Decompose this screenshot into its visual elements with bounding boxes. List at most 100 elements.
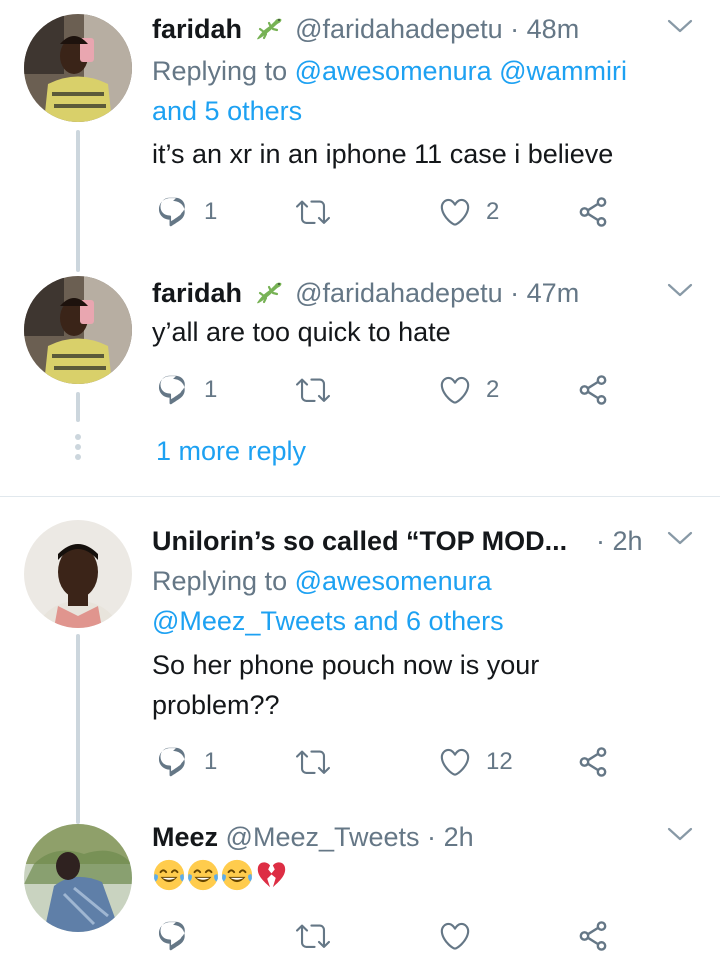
retweet-button[interactable] [296, 742, 330, 782]
display-name[interactable]: Meez [152, 822, 218, 852]
reply-button[interactable]: 1 [156, 370, 217, 410]
more-replies-link[interactable]: 1 more reply [156, 436, 306, 467]
divider [0, 496, 720, 497]
like-count: 2 [486, 198, 500, 225]
like-button[interactable]: 2 [438, 370, 499, 410]
face-with-tears-of-joy-icon [186, 858, 220, 892]
retweet-icon [296, 919, 330, 953]
tweet-text: So her phone pouch now is your problem?? [152, 645, 680, 725]
display-name[interactable]: faridah [152, 14, 242, 44]
retweet-icon [296, 373, 330, 407]
heart-icon [438, 195, 472, 229]
share-icon [576, 919, 610, 953]
retweet-icon [296, 745, 330, 779]
replying-to: Replying to @awesomenura @wammiri and 5 … [152, 51, 690, 131]
timestamp[interactable]: 47m [527, 278, 580, 308]
heart-icon [438, 373, 472, 407]
share-button[interactable] [576, 916, 610, 956]
retweet-button[interactable] [296, 916, 330, 956]
heart-icon [438, 745, 472, 779]
reply-count: 1 [204, 376, 218, 403]
tweet-text: y’all are too quick to hate [152, 317, 451, 347]
avatar-photo [24, 520, 132, 628]
tweet-actions: 1 12 [152, 742, 632, 782]
avatar[interactable] [24, 824, 132, 932]
share-button[interactable] [576, 742, 610, 782]
separator-dot: · [510, 14, 520, 44]
thread-line [76, 634, 80, 824]
like-button[interactable] [438, 916, 472, 956]
face-with-tears-of-joy-icon [152, 858, 186, 892]
thread-line [76, 130, 80, 272]
replying-to-label: Replying to [152, 566, 288, 596]
lizard-emoji-icon [254, 280, 284, 306]
tweet-time: · 2h [596, 524, 643, 558]
reply-count: 1 [204, 198, 218, 225]
share-button[interactable] [576, 370, 610, 410]
reply-icon [156, 195, 190, 229]
tweet-header: Unilorin’s so called “TOP MOD... [152, 524, 650, 558]
avatar-photo [24, 14, 132, 122]
replying-to-label: Replying to [152, 56, 288, 86]
emoji-row [152, 858, 288, 894]
reply-icon [156, 919, 190, 953]
tweet-actions [152, 916, 632, 956]
thread-line [76, 392, 80, 422]
display-name[interactable]: faridah [152, 278, 242, 308]
retweet-button[interactable] [296, 370, 330, 410]
like-button[interactable]: 12 [438, 742, 513, 782]
reply-count: 1 [204, 748, 218, 775]
handle[interactable]: @faridahadepetu [295, 14, 503, 44]
lizard-emoji-icon [254, 16, 284, 42]
replying-to-others[interactable]: @Meez_Tweets and 6 others [152, 606, 504, 636]
separator-dot: · [596, 526, 605, 556]
tweet-header: faridah @faridahadepetu · 47m [152, 276, 650, 310]
share-icon [576, 373, 610, 407]
like-button[interactable]: 2 [438, 192, 499, 232]
reply-icon [156, 745, 190, 779]
tweet-text-line: So her phone pouch now is your [152, 650, 540, 680]
chevron-down-icon[interactable] [666, 530, 694, 548]
tweet-text-line: problem?? [152, 690, 280, 720]
handle[interactable]: @faridahadepetu [295, 278, 503, 308]
separator-dot: · [427, 822, 437, 852]
timestamp[interactable]: 2h [444, 822, 474, 852]
retweet-icon [296, 195, 330, 229]
avatar[interactable] [24, 520, 132, 628]
reply-button[interactable]: 1 [156, 742, 217, 782]
timestamp[interactable]: 48m [527, 14, 580, 44]
avatar[interactable] [24, 276, 132, 384]
broken-heart-icon [254, 858, 288, 892]
tweet-actions: 1 2 [152, 370, 632, 410]
tweet-header: faridah @faridahadepetu · 48m [152, 12, 650, 46]
face-with-tears-of-joy-icon [220, 858, 254, 892]
tweet-actions: 1 2 [152, 192, 632, 232]
reply-icon [156, 373, 190, 407]
replying-to-users[interactable]: @awesomenura [295, 566, 492, 596]
reply-button[interactable] [156, 916, 190, 956]
chevron-down-icon[interactable] [666, 826, 694, 844]
handle[interactable]: @Meez_Tweets [226, 822, 420, 852]
replying-to-others[interactable]: and 5 others [152, 96, 302, 126]
avatar[interactable] [24, 14, 132, 122]
chevron-down-icon[interactable] [666, 282, 694, 300]
separator-dot: · [510, 278, 520, 308]
retweet-button[interactable] [296, 192, 330, 232]
replying-to: Replying to @awesomenura @Meez_Tweets an… [152, 561, 690, 641]
share-button[interactable] [576, 192, 610, 232]
tweet-text: it’s an xr in an iphone 11 case i believ… [152, 139, 614, 169]
chevron-down-icon[interactable] [666, 18, 694, 36]
like-count: 12 [486, 748, 513, 775]
share-icon [576, 745, 610, 779]
thread-dots [74, 434, 82, 464]
share-icon [576, 195, 610, 229]
heart-icon [438, 919, 472, 953]
display-name[interactable]: Unilorin’s so called “TOP MOD... [152, 526, 567, 556]
like-count: 2 [486, 376, 500, 403]
avatar-photo [24, 276, 132, 384]
replying-to-users[interactable]: @awesomenura @wammiri [295, 56, 627, 86]
timestamp[interactable]: 2h [613, 526, 643, 556]
avatar-photo [24, 824, 132, 932]
tweet-header: Meez @Meez_Tweets · 2h [152, 820, 650, 854]
reply-button[interactable]: 1 [156, 192, 217, 232]
